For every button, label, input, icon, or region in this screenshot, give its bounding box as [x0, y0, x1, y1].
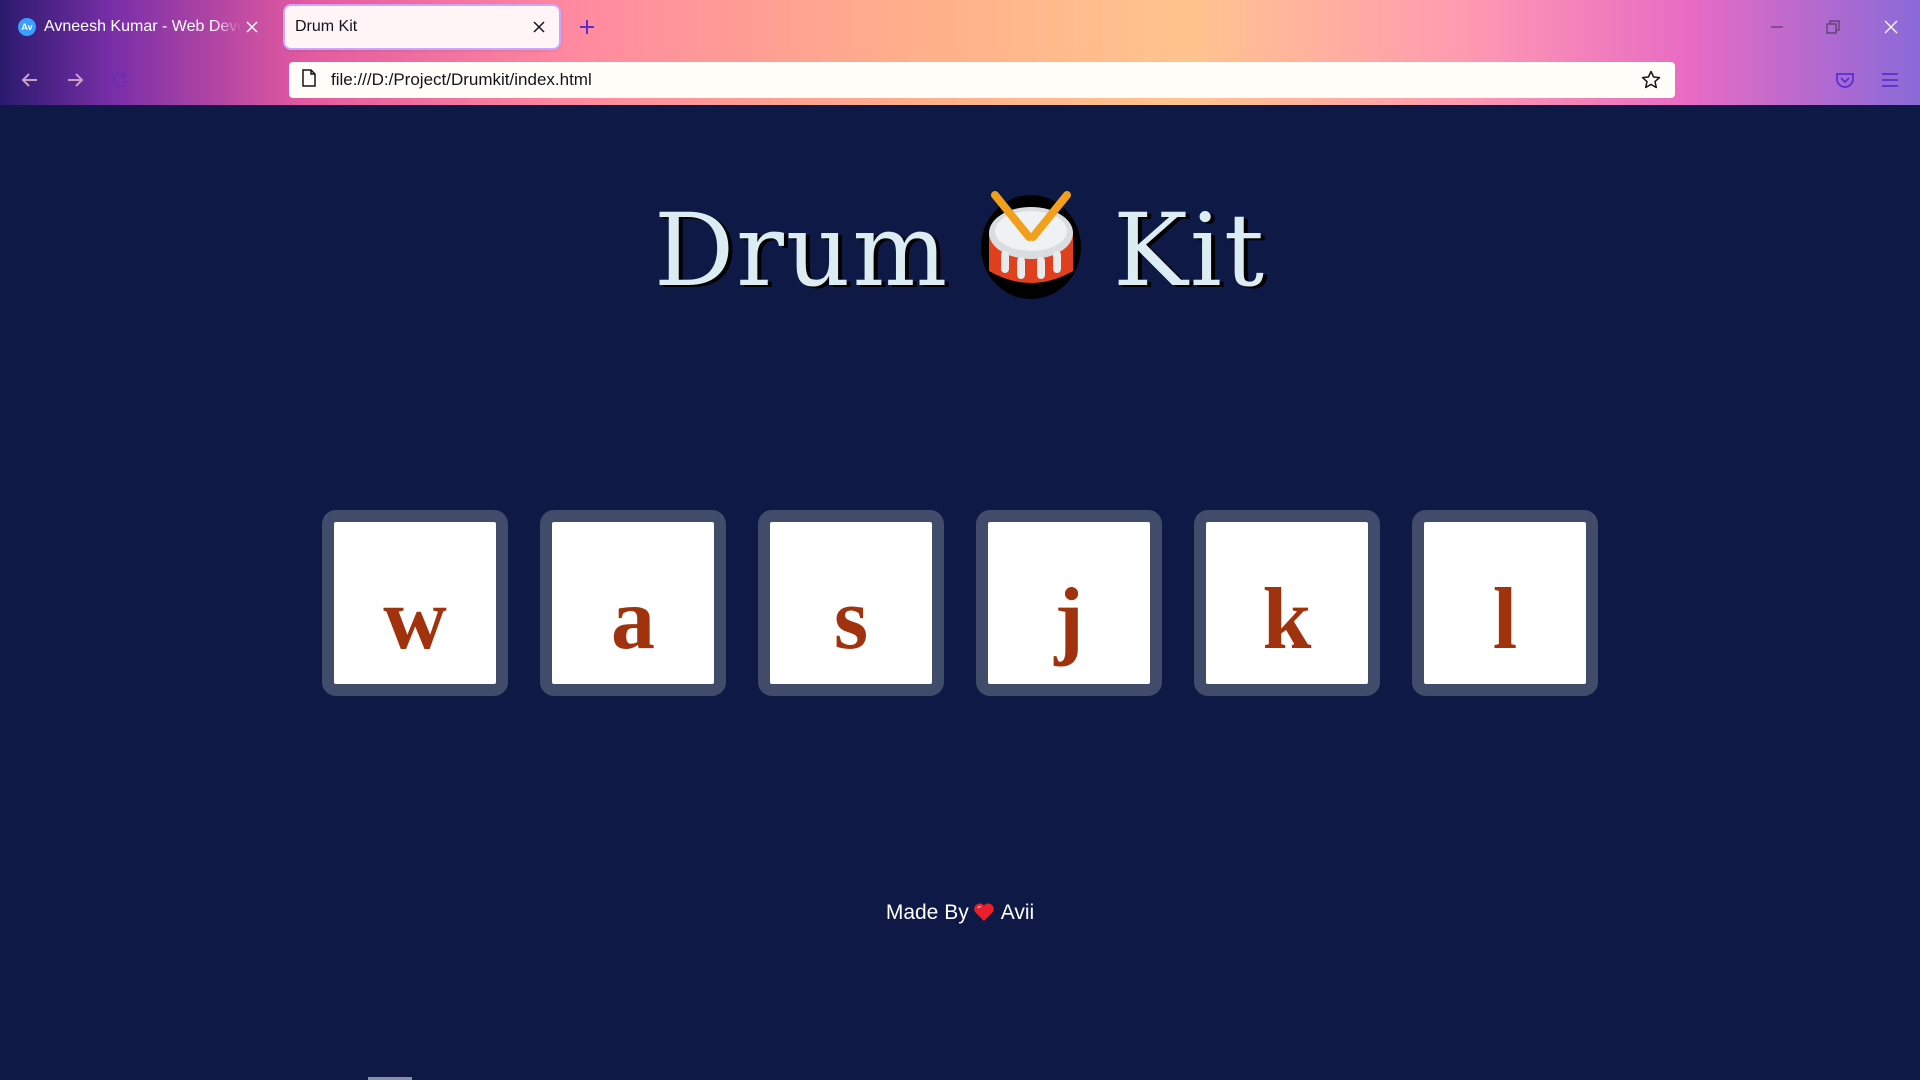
close-icon[interactable] — [1876, 12, 1906, 42]
title-word-drum: Drum — [653, 192, 950, 309]
drum-pad-row: w a s j k l — [322, 510, 1598, 698]
hamburger-menu-icon[interactable] — [1875, 64, 1905, 96]
tab-avneesh-kumar[interactable]: Av Avneesh Kumar - Web Developer — [8, 6, 272, 48]
minimize-icon[interactable] — [1762, 12, 1792, 42]
pocket-icon[interactable] — [1830, 64, 1860, 96]
new-tab-plus-icon[interactable] — [574, 14, 600, 40]
drum-icon — [979, 187, 1083, 325]
title-word-kit: Kit — [1113, 192, 1267, 309]
page-icon — [301, 68, 317, 92]
page-title: Drum Kit — [0, 187, 1920, 325]
restore-icon[interactable] — [1818, 12, 1848, 42]
drum-pad-w[interactable]: w — [322, 510, 508, 696]
drum-pad-l[interactable]: l — [1412, 510, 1598, 696]
tab-strip: Av Avneesh Kumar - Web Developer Drum Ki… — [0, 0, 1920, 54]
site-favicon-icon: Av — [18, 18, 36, 36]
footer-author: Avii — [1000, 901, 1035, 924]
tab-close-icon[interactable] — [529, 17, 549, 37]
footer-prefix: Made By — [885, 901, 969, 924]
tab-drum-kit[interactable]: Drum Kit — [285, 6, 559, 48]
drum-pad-j[interactable]: j — [976, 510, 1162, 696]
drum-pad-a[interactable]: a — [540, 510, 726, 696]
footer: Made By Avii — [0, 901, 1920, 928]
reload-icon[interactable] — [104, 64, 136, 96]
tab-title: Avneesh Kumar - Web Developer — [44, 18, 242, 35]
url-text[interactable]: file:///D:/Project/Drumkit/index.html — [331, 70, 592, 90]
bookmark-star-icon[interactable] — [1639, 68, 1663, 92]
tab-close-icon[interactable] — [242, 17, 262, 37]
back-arrow-icon[interactable] — [14, 64, 46, 96]
forward-arrow-icon[interactable] — [59, 64, 91, 96]
page-content: Drum Kit w a s j k l Made By Avii — [0, 105, 1920, 1080]
tab-title: Drum Kit — [295, 18, 358, 35]
drum-pad-s[interactable]: s — [758, 510, 944, 696]
drum-pad-k[interactable]: k — [1194, 510, 1380, 696]
url-bar[interactable]: file:///D:/Project/Drumkit/index.html — [289, 62, 1675, 98]
browser-chrome: Av Avneesh Kumar - Web Developer Drum Ki… — [0, 0, 1920, 105]
heart-icon — [973, 902, 995, 928]
